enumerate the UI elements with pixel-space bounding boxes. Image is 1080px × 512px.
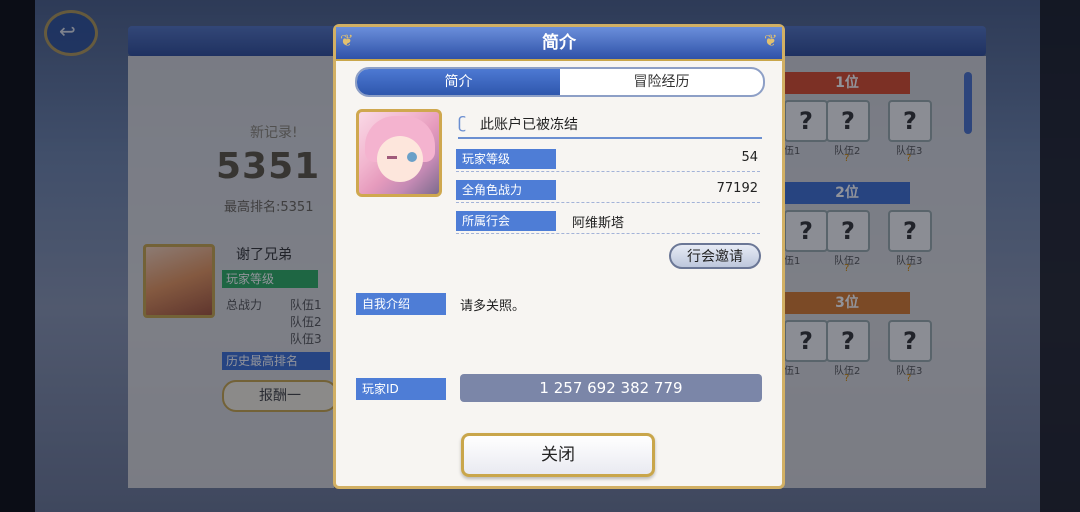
intro-text: 请多关照。 — [460, 299, 526, 314]
portrait-eye — [407, 152, 417, 162]
profile-dialog: ❦ 简介 ❦ 简介 冒险经历 ʗ 此账户已被冻结 玩家等级 54 全角色战力 7… — [333, 24, 785, 489]
guild-invite-button[interactable]: 行会邀请 — [669, 243, 761, 269]
guild-name: 阿维斯塔 — [572, 216, 625, 231]
tab-bar: 简介 冒险经历 — [355, 67, 765, 97]
close-button[interactable]: 关闭 — [461, 433, 655, 477]
ornament-icon: ❦ — [764, 31, 778, 50]
stat-value: 54 — [741, 150, 758, 165]
account-status-text: 此账户已被冻结 — [480, 117, 578, 133]
tab-adventure-history[interactable]: 冒险经历 — [560, 69, 763, 95]
scroll-flourish-icon: ʗ — [458, 113, 467, 132]
player-id-label: 玩家ID — [356, 378, 446, 400]
stat-label: 玩家等级 — [456, 149, 556, 169]
intro-label: 自我介绍 — [356, 293, 446, 315]
stat-value: 77192 — [716, 181, 758, 196]
account-status: ʗ 此账户已被冻结 — [458, 111, 762, 139]
dialog-title: 简介 — [542, 33, 576, 53]
stat-row-power: 全角色战力 77192 — [456, 180, 760, 203]
tab-profile[interactable]: 简介 — [357, 69, 560, 95]
dialog-header: ❦ 简介 ❦ — [336, 27, 782, 61]
stat-row-level: 玩家等级 54 — [456, 149, 760, 172]
game-screen: ↩ 新记录! 5351 最高排名:5351 谢了兄弟 玩家等级 总战力 队伍1 … — [0, 0, 1080, 512]
stat-label: 全角色战力 — [456, 180, 556, 200]
player-id-value: 1 257 692 382 779 — [460, 374, 762, 402]
portrait-eye — [387, 156, 397, 159]
stat-row-guild: 所属行会 阿维斯塔 — [456, 211, 760, 234]
stat-label: 所属行会 — [456, 211, 556, 231]
character-portrait — [356, 109, 442, 197]
